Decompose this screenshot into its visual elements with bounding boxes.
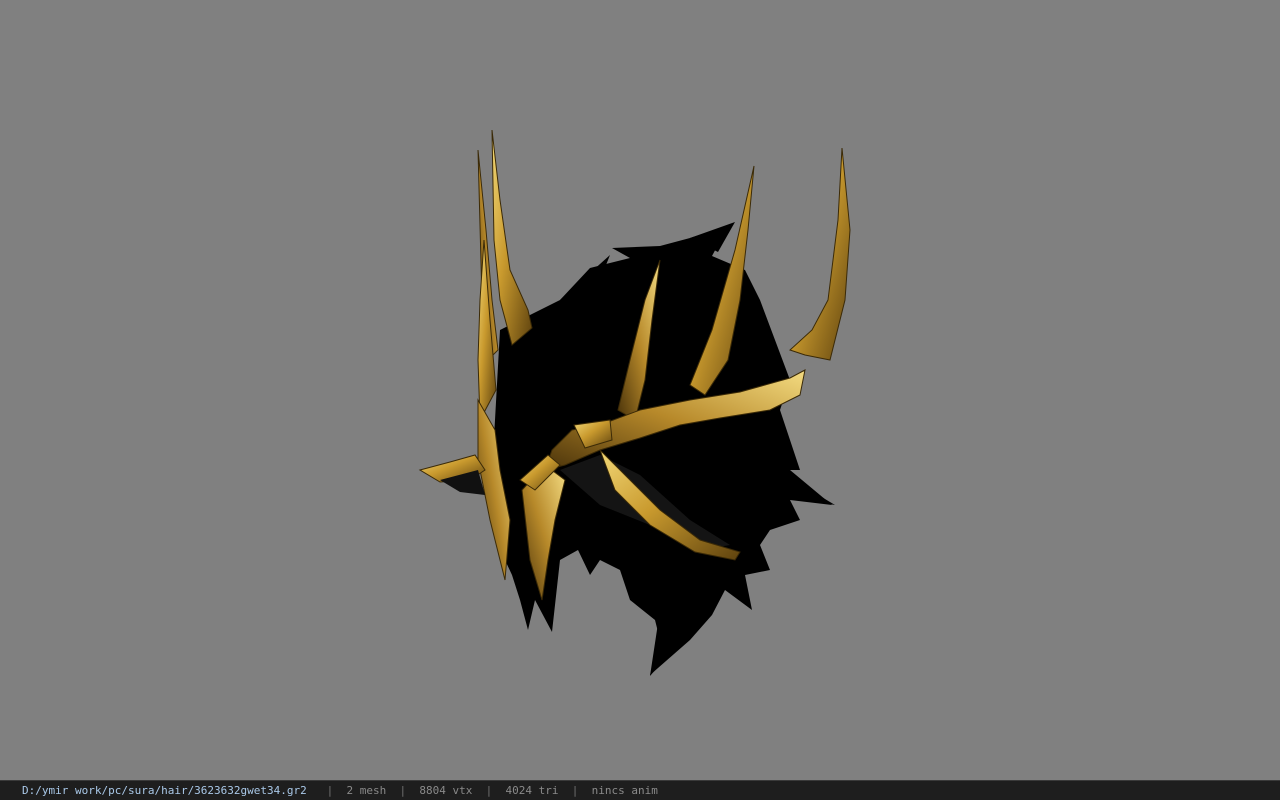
status-separator: |: [485, 784, 493, 797]
file-path-label: D:/ymir work/pc/sura/hair/3623632gwet34.…: [22, 784, 307, 797]
mesh-count-label: 2 mesh: [346, 784, 387, 797]
animation-status-label: nincs anim: [591, 784, 658, 797]
status-separator: |: [399, 784, 407, 797]
vertex-count-label: 8804 vtx: [419, 784, 473, 797]
hair-mesh: [492, 222, 835, 676]
status-bar: D:/ymir work/pc/sura/hair/3623632gwet34.…: [0, 780, 1280, 800]
triangle-count-label: 4024 tri: [505, 784, 559, 797]
3d-viewport[interactable]: [0, 0, 1280, 780]
status-separator: |: [326, 784, 334, 797]
hair-model-render: [418, 129, 851, 676]
status-separator: |: [571, 784, 579, 797]
